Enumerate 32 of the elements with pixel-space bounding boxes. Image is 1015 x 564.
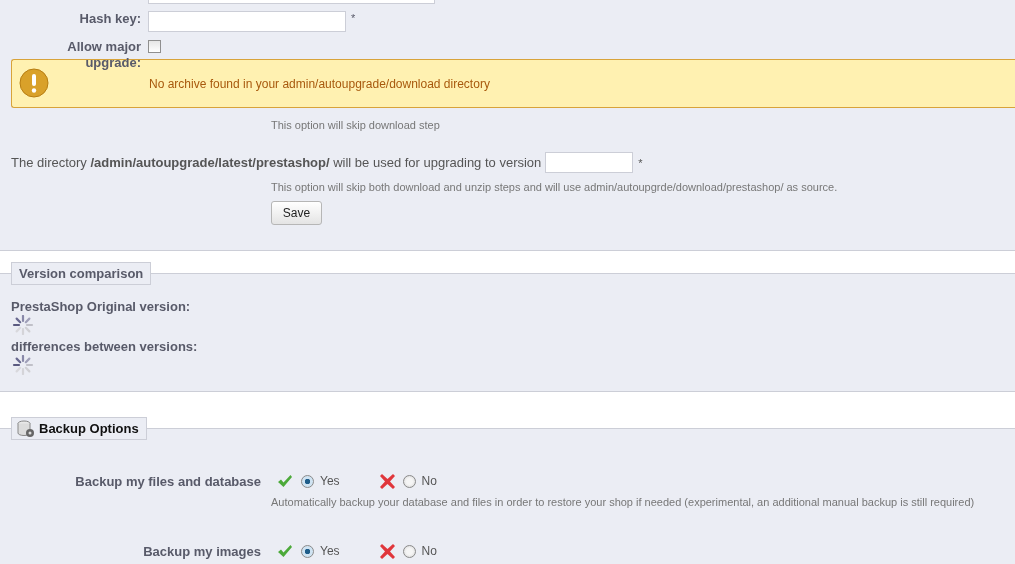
field-label: Hash key: [78,11,142,27]
radio-button[interactable] [402,474,416,488]
radio-label: No [421,474,437,488]
radio-label: Yes [320,544,340,558]
version-label: PrestaShop Original version: [11,299,192,315]
radio-label: No [421,544,437,558]
warning-message: No archive found in your admin/autoupgrade/download directory [149,76,490,91]
hint-text: This option will skip download step [271,119,441,131]
checkmark-icon [277,544,293,558]
save-button[interactable]: Save [271,201,322,225]
required-mark: * [351,11,356,25]
hash-key-field[interactable] [148,11,346,32]
directory-text: The directory /admin/autoupgrade/latest/prestashop/ will be used for upgrading to version [11,155,542,170]
radio-button[interactable] [301,474,314,488]
cross-icon [379,473,395,489]
version-label: differences between versions: [11,339,199,355]
checkmark-icon [277,474,293,488]
radio-label: Yes [320,474,340,488]
radio-button[interactable] [402,544,416,558]
warning-icon [19,68,49,98]
checkbox[interactable] [148,40,161,53]
cross-icon [379,543,395,559]
radio-button[interactable] [301,544,314,558]
required-mark: * [638,155,643,170]
hint-text: Automatically backup your database and files in order to restore your shop if needed (experimental, an additional manual backup is still required) [271,496,976,508]
database-gear-icon [17,419,35,438]
option-label: Backup my images [142,543,261,559]
section-legend: Version comparison [11,262,152,285]
option-label: Backup my files and database [74,473,261,489]
hint-text: This option will skip both download and unzip steps and will use admin/autoupgrde/download/prestashop/ as source. [271,181,839,193]
section-legend: Backup Options [11,417,147,440]
version-field[interactable] [545,152,634,173]
